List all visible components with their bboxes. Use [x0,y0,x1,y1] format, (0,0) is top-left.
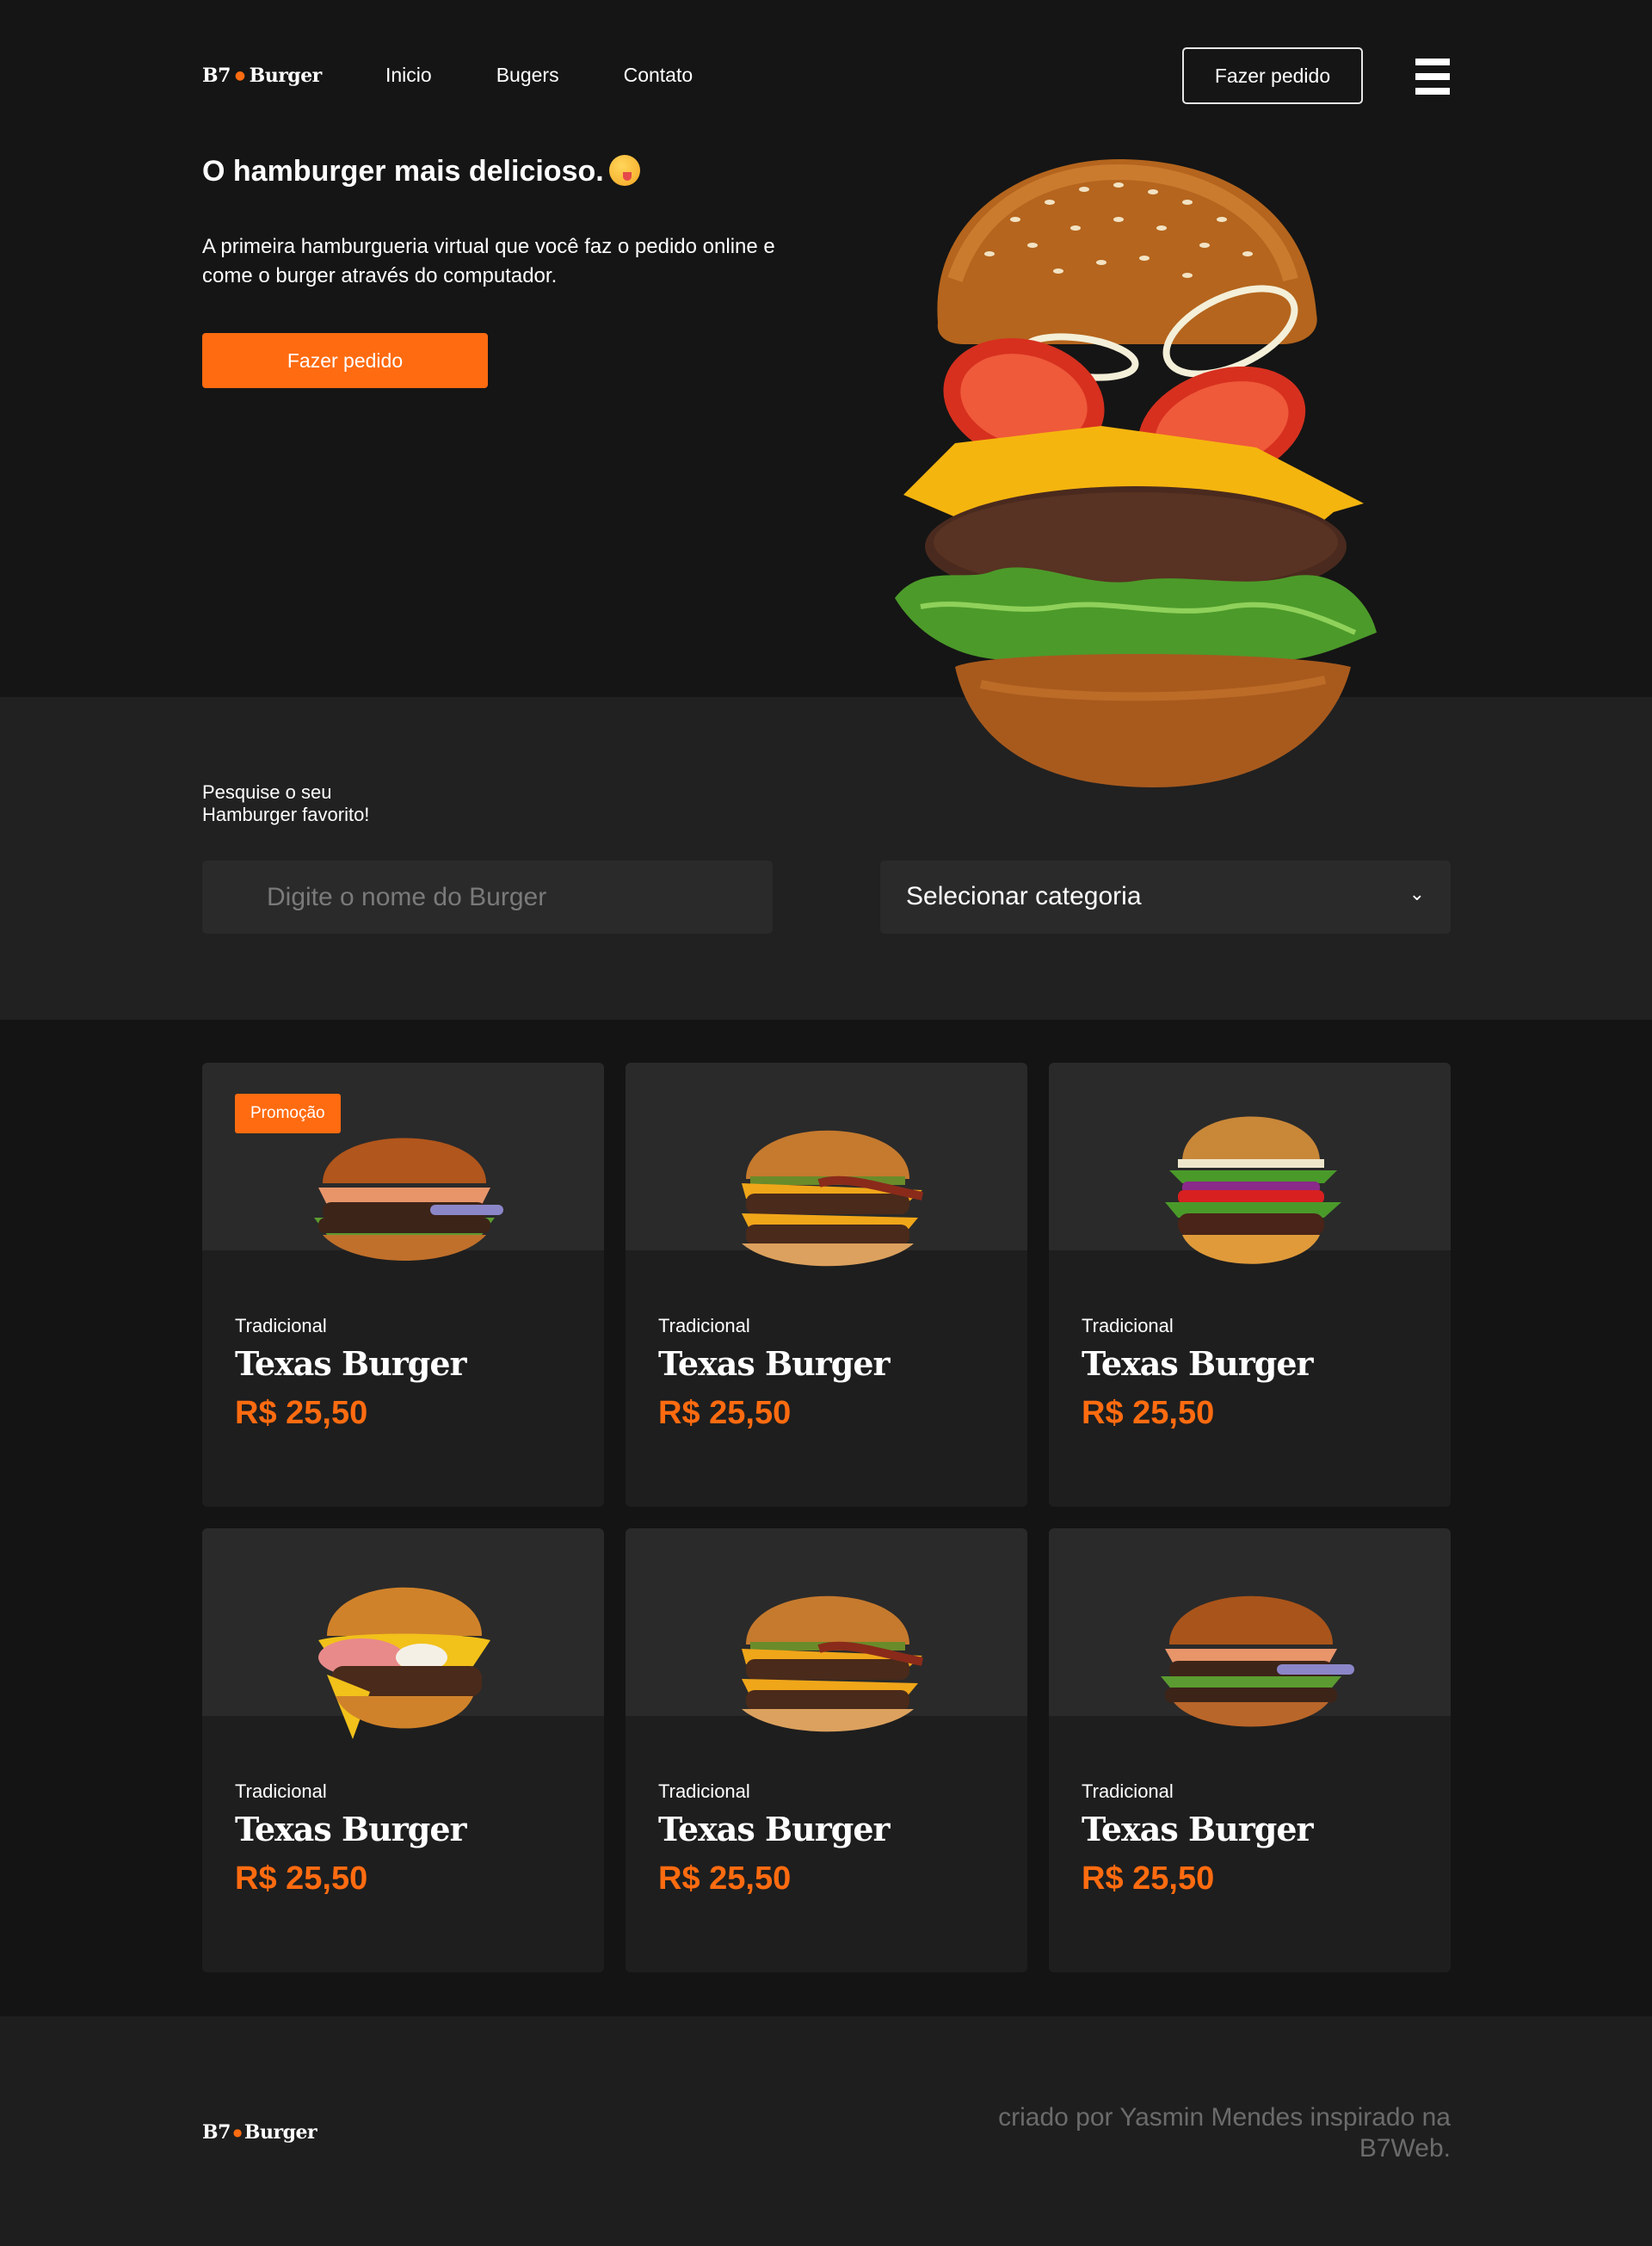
hamburger-menu-icon[interactable] [1415,59,1450,95]
category-select[interactable]: Selecionar categoria ⌄ [880,861,1451,934]
product-card[interactable]: Tradicional Texas Burger R$ 25,50 [626,1063,1027,1507]
header-order-button[interactable]: Fazer pedido [1182,47,1363,104]
product-category: Tradicional [235,1315,327,1336]
hero-section: B7 ● Burger Inicio Bugers Contato Fazer pe… [0,0,1652,697]
burger-image [1161,1595,1354,1727]
product-category: Tradicional [658,1780,750,1802]
hero-order-button[interactable]: Fazer pedido [202,333,488,388]
chevron-down-icon: ⌄ [1409,883,1425,904]
logo[interactable]: B7 ● Burger [202,65,322,87]
product-card[interactable]: Tradicional Texas Burger R$ 25,50 [1049,1063,1451,1507]
logo-text-burger: Burger [249,65,323,87]
hero-description: A primeira hamburgueria virtual que você… [202,235,775,287]
search-section: Pesquise o seu Hamburger favorito! Selec… [0,697,1652,1020]
product-grid: Promoção Tradicional Texas Burger R$ 25,… [202,1063,1451,1972]
product-category: Tradicional [1082,1315,1174,1336]
footer-logo[interactable]: B7 ● Burger [202,2121,317,2144]
nav-link-inicio[interactable]: Inicio [385,64,432,87]
product-price: R$ 25,50 [235,1395,368,1431]
search-label-line1: Pesquise o seu [202,781,332,803]
burger-image [742,1595,923,1732]
product-card[interactable]: Promoção Tradicional Texas Burger R$ 25,… [202,1063,604,1507]
product-name: Texas Burger [1082,1344,1314,1383]
product-category: Tradicional [1082,1780,1174,1802]
product-card[interactable]: Tradicional Texas Burger R$ 25,50 [626,1528,1027,1972]
product-name: Texas Burger [235,1344,467,1383]
products-section: Promoção Tradicional Texas Burger R$ 25,… [0,1020,1652,2016]
logo-dot-icon: ● [234,69,245,83]
product-price: R$ 25,50 [658,1860,792,1897]
hero-title: O hamburger mais delicioso. [202,155,640,188]
nav-links: Inicio Bugers Contato [385,64,693,87]
burger-search-input[interactable] [202,861,773,934]
category-select-value: Selecionar categoria [906,882,1142,910]
product-card[interactable]: Tradicional Texas Burger R$ 25,50 [202,1528,604,1972]
hero-title-text: O hamburger mais delicioso. [202,155,604,188]
product-name: Texas Burger [658,1344,891,1383]
product-name: Texas Burger [1082,1810,1314,1848]
logo-text-b7: B7 [202,65,231,87]
product-price: R$ 25,50 [1082,1860,1215,1897]
burger-image [1165,1116,1341,1264]
footer-logo-burger: Burger [243,2121,317,2144]
hero-burger-image [895,159,1377,787]
product-category: Tradicional [658,1315,750,1336]
product-name: Texas Burger [235,1810,467,1848]
footer: B7 ● Burger criado por Yasmin Mendes inspi… [0,2016,1652,2246]
burger-image [318,1587,490,1739]
nav-link-burgers[interactable]: Bugers [496,64,559,87]
footer-logo-dot-icon: ● [232,2126,242,2138]
top-nav: B7 ● Burger Inicio Bugers Contato Fazer pe… [202,47,1450,104]
footer-logo-b7: B7 [202,2121,231,2144]
search-label-line2: Hamburger favorito! [202,804,370,825]
product-price: R$ 25,50 [235,1860,368,1897]
yum-emoji-icon [608,155,640,186]
promo-badge: Promoção [235,1094,341,1133]
product-name: Texas Burger [658,1810,891,1848]
burger-image [742,1130,923,1267]
search-label: Pesquise o seu Hamburger favorito! [202,781,460,826]
product-price: R$ 25,50 [1082,1395,1215,1431]
product-category: Tradicional [235,1780,327,1802]
footer-credit: criado por Yasmin Mendes inspirado na B7… [998,2103,1451,2163]
nav-link-contato[interactable]: Contato [624,64,693,87]
product-card[interactable]: Tradicional Texas Burger R$ 25,50 [1049,1528,1451,1972]
product-price: R$ 25,50 [658,1395,792,1431]
